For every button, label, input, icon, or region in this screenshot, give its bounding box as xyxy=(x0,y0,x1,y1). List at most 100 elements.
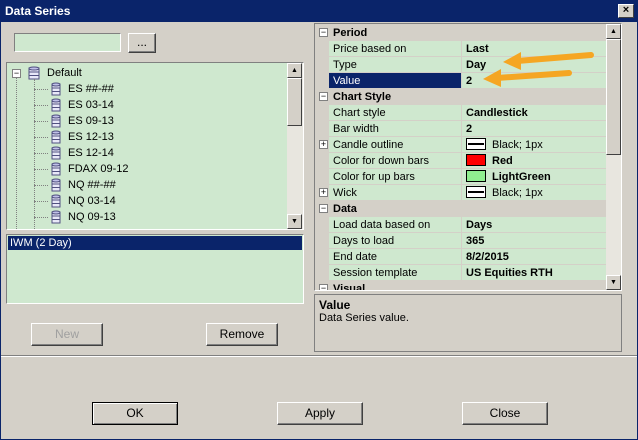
browse-button[interactable]: ... xyxy=(128,33,156,53)
property-name: Chart style xyxy=(329,105,461,121)
tree-item[interactable]: ES 12-14 xyxy=(7,145,207,161)
property-name: Color for up bars xyxy=(329,169,461,185)
scroll-down-icon[interactable]: ▼ xyxy=(606,275,621,290)
property-row[interactable]: + Wick Black; 1px xyxy=(315,185,607,201)
category-label: Period xyxy=(333,27,368,39)
property-value[interactable]: US Equities RTH xyxy=(461,265,607,281)
database-icon xyxy=(51,194,61,208)
tree-item-label: ES 03-14 xyxy=(68,99,114,111)
property-value-text: LightGreen xyxy=(492,171,551,183)
property-row[interactable]: + Candle outline Black; 1px xyxy=(315,137,607,153)
tree-item[interactable]: NQ 09-13 xyxy=(7,209,207,225)
line-style-icon xyxy=(466,138,486,151)
title-bar: Data Series × xyxy=(1,1,637,22)
database-icon xyxy=(51,114,61,128)
database-icon xyxy=(51,130,61,144)
apply-button[interactable]: Apply xyxy=(277,402,363,425)
property-name: Wick xyxy=(329,185,461,201)
tree-item[interactable]: NQ 03-14 xyxy=(7,193,207,209)
scroll-down-icon[interactable]: ▼ xyxy=(287,214,302,229)
expand-icon[interactable]: + xyxy=(319,140,328,149)
tree-item-label: NQ ##-## xyxy=(68,179,116,191)
property-value[interactable]: Days xyxy=(461,217,607,233)
property-value[interactable]: 2 xyxy=(461,121,607,137)
database-icon xyxy=(51,162,61,176)
close-icon[interactable]: × xyxy=(618,4,634,18)
color-swatch-lightgreen xyxy=(466,170,486,183)
tree-item[interactable]: ES 12-13 xyxy=(7,129,207,145)
scroll-up-icon[interactable]: ▲ xyxy=(287,63,302,78)
category-period[interactable]: − Period xyxy=(315,25,607,41)
description-text: Data Series value. xyxy=(319,312,409,324)
color-swatch-red xyxy=(466,154,486,167)
category-label: Data xyxy=(333,203,357,215)
property-name: Bar width xyxy=(329,121,461,137)
property-row[interactable]: Days to load 365 xyxy=(315,233,607,249)
tree-item-label: FDAX 09-12 xyxy=(68,163,129,175)
scroll-up-icon[interactable]: ▲ xyxy=(606,24,621,39)
collapse-icon[interactable]: − xyxy=(319,204,328,213)
collapse-icon[interactable]: − xyxy=(12,69,21,78)
divider xyxy=(1,355,637,357)
property-row[interactable]: End date 8/2/2015 xyxy=(315,249,607,265)
property-name: Price based on xyxy=(329,41,461,57)
property-row[interactable]: Color for down bars Red xyxy=(315,153,607,169)
property-value[interactable]: 8/2/2015 xyxy=(461,249,607,265)
tree-item-label: NQ 09-13 xyxy=(68,211,116,223)
property-row[interactable]: Bar width 2 xyxy=(315,121,607,137)
scroll-thumb[interactable] xyxy=(606,39,621,155)
property-row[interactable]: Chart style Candlestick xyxy=(315,105,607,121)
category-label: Chart Style xyxy=(333,91,392,103)
collapse-icon[interactable]: − xyxy=(319,28,328,37)
window-title: Data Series xyxy=(5,4,71,18)
category-visual[interactable]: − Visual xyxy=(315,281,607,291)
instrument-search-input[interactable] xyxy=(14,33,121,52)
property-value-text: Red xyxy=(492,155,513,167)
line-style-icon xyxy=(466,186,486,199)
list-item[interactable]: IWM (2 Day) xyxy=(8,236,302,250)
database-icon xyxy=(51,98,61,112)
collapse-icon[interactable]: − xyxy=(319,92,328,101)
database-icon xyxy=(51,210,61,224)
tree-item[interactable]: ES 09-13 xyxy=(7,113,207,129)
property-name: Session template xyxy=(329,265,461,281)
property-value[interactable]: Red xyxy=(461,153,607,169)
tree-item-label: ES 09-13 xyxy=(68,115,114,127)
ok-button[interactable]: OK xyxy=(92,402,178,425)
property-value[interactable]: 365 xyxy=(461,233,607,249)
new-button[interactable]: New xyxy=(31,323,103,346)
expand-icon[interactable]: + xyxy=(319,188,328,197)
property-name: Value xyxy=(329,73,461,89)
property-row[interactable]: Load data based on Days xyxy=(315,217,607,233)
property-value[interactable]: Black; 1px xyxy=(461,137,607,153)
tree-item[interactable]: ES 03-14 xyxy=(7,97,207,113)
tree-root[interactable]: − Default xyxy=(7,65,127,81)
tree-item[interactable]: NQ ##-## xyxy=(7,177,207,193)
tree-item-label: ES 12-14 xyxy=(68,147,114,159)
tree-item[interactable]: ES ##-## xyxy=(7,81,207,97)
property-value[interactable]: Black; 1px xyxy=(461,185,607,201)
instrument-tree: − Default ES ##-## ES 03-14 ES 09-13 ES … xyxy=(6,62,304,230)
property-description: Value Data Series value. xyxy=(314,294,622,352)
tree-item-label: ES 12-13 xyxy=(68,131,114,143)
database-icon xyxy=(51,178,61,192)
property-value[interactable]: LightGreen xyxy=(461,169,607,185)
property-scrollbar[interactable]: ▲ ▼ xyxy=(606,24,621,290)
tree-scrollbar[interactable]: ▲ ▼ xyxy=(287,63,303,229)
property-name: Candle outline xyxy=(329,137,461,153)
tree-item-label: ES ##-## xyxy=(68,83,114,95)
close-button[interactable]: Close xyxy=(462,402,548,425)
category-label: Visual xyxy=(333,283,366,291)
category-data[interactable]: − Data xyxy=(315,201,607,217)
property-row[interactable]: Color for up bars LightGreen xyxy=(315,169,607,185)
database-icon xyxy=(28,66,40,80)
property-name: Color for down bars xyxy=(329,153,461,169)
data-series-dialog: Data Series × ... − Default ES ##-## ES … xyxy=(0,0,638,440)
tree-item[interactable]: FDAX 09-12 xyxy=(7,161,207,177)
collapse-icon[interactable]: − xyxy=(319,284,328,290)
highlight-arrow-icon xyxy=(483,69,572,87)
property-row[interactable]: Session template US Equities RTH xyxy=(315,265,607,281)
scroll-thumb[interactable] xyxy=(287,78,302,126)
remove-button[interactable]: Remove xyxy=(206,323,278,346)
property-value[interactable]: Candlestick xyxy=(461,105,607,121)
